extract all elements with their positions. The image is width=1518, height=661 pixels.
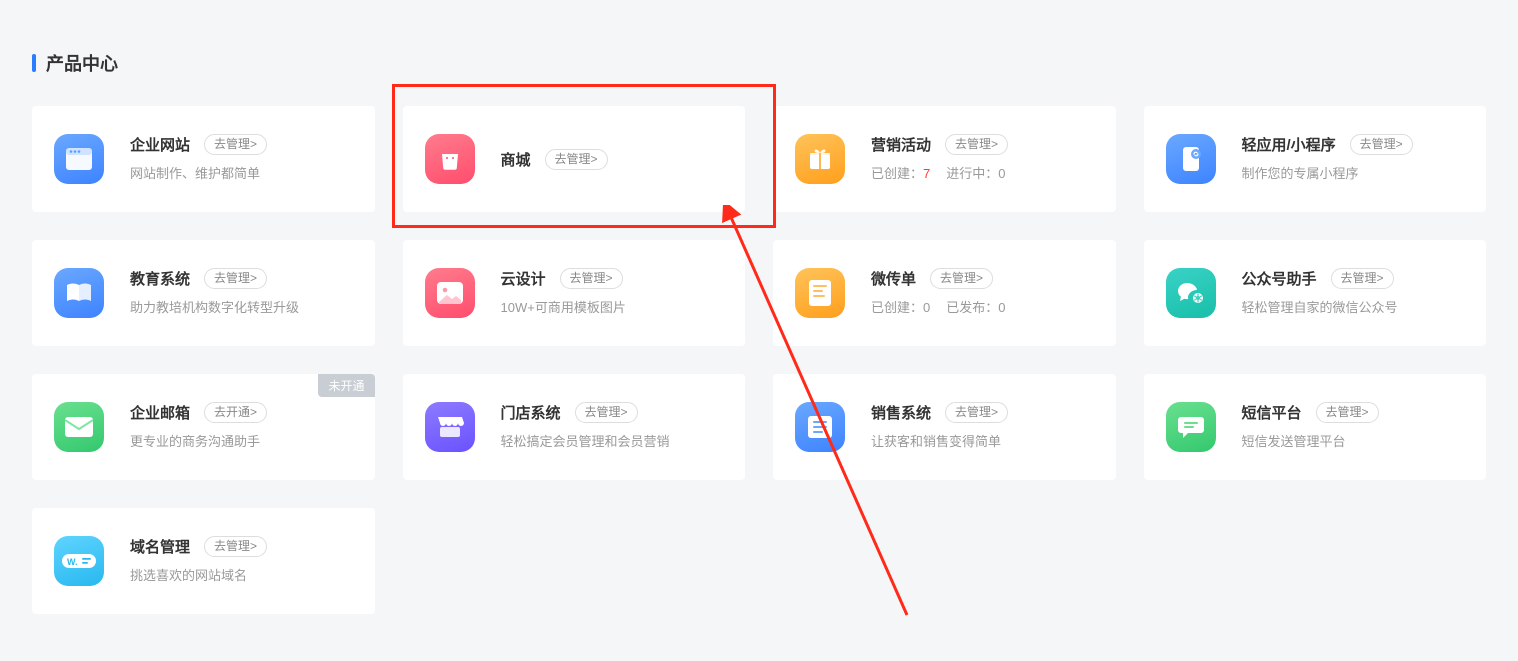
open-button[interactable]: 去开通> — [204, 402, 267, 423]
miniapp-icon — [1166, 134, 1216, 184]
card-title: 微传单 — [871, 268, 916, 289]
manage-button[interactable]: 去管理> — [1350, 134, 1413, 155]
card-marketing[interactable]: 营销活动 去管理> 已创建：7 进行中：0 — [773, 106, 1116, 212]
manage-button[interactable]: 去管理> — [204, 536, 267, 557]
product-grid: 企业网站 去管理> 网站制作、维护都简单 商城 去管理> — [32, 106, 1486, 614]
card-store[interactable]: 门店系统 去管理> 轻松搞定会员管理和会员营销 — [403, 374, 746, 480]
published-value: 0 — [998, 300, 1005, 315]
card-title: 云设计 — [501, 268, 546, 289]
card-shop[interactable]: 商城 去管理> — [403, 106, 746, 212]
created-value: 0 — [923, 300, 930, 315]
card-title: 企业网站 — [130, 134, 190, 155]
manage-button[interactable]: 去管理> — [945, 134, 1008, 155]
card-desc: 已创建：7 进行中：0 — [871, 165, 1094, 183]
card-sales[interactable]: 销售系统 去管理> 让获客和销售变得简单 — [773, 374, 1116, 480]
card-mail[interactable]: 未开通 企业邮箱 去开通> 更专业的商务沟通助手 — [32, 374, 375, 480]
card-design[interactable]: 云设计 去管理> 10W+可商用模板图片 — [403, 240, 746, 346]
gift-icon — [795, 134, 845, 184]
card-title: 教育系统 — [130, 268, 190, 289]
card-sms[interactable]: 短信平台 去管理> 短信发送管理平台 — [1144, 374, 1487, 480]
card-education[interactable]: 教育系统 去管理> 助力教培机构数字化转型升级 — [32, 240, 375, 346]
progress-label: 进行中： — [946, 166, 998, 181]
card-miniapp[interactable]: 轻应用/小程序 去管理> 制作您的专属小程序 — [1144, 106, 1487, 212]
card-title: 门店系统 — [501, 402, 561, 423]
section-title-text: 产品中心 — [46, 50, 118, 76]
card-title: 轻应用/小程序 — [1242, 134, 1336, 155]
card-desc: 让获客和销售变得简单 — [871, 433, 1094, 451]
card-title: 域名管理 — [130, 536, 190, 557]
manage-button[interactable]: 去管理> — [560, 268, 623, 289]
card-desc: 已创建：0已发布：0 — [871, 299, 1094, 317]
card-desc: 制作您的专属小程序 — [1242, 165, 1465, 183]
card-domain[interactable]: W. 域名管理 去管理> 挑选喜欢的网站域名 — [32, 508, 375, 614]
shopping-bag-icon — [425, 134, 475, 184]
storefront-icon — [425, 402, 475, 452]
page-icon — [795, 268, 845, 318]
wechat-settings-icon — [1166, 268, 1216, 318]
card-website[interactable]: 企业网站 去管理> 网站制作、维护都简单 — [32, 106, 375, 212]
published-label: 已发布： — [946, 300, 998, 315]
card-mp-helper[interactable]: 公众号助手 去管理> 轻松管理自家的微信公众号 — [1144, 240, 1487, 346]
manage-button[interactable]: 去管理> — [930, 268, 993, 289]
manage-button[interactable]: 去管理> — [204, 134, 267, 155]
manage-button[interactable]: 去管理> — [545, 149, 608, 170]
chat-bubble-icon — [1166, 402, 1216, 452]
manage-button[interactable]: 去管理> — [204, 268, 267, 289]
card-title: 销售系统 — [871, 402, 931, 423]
card-title: 企业邮箱 — [130, 402, 190, 423]
card-flyer[interactable]: 微传单 去管理> 已创建：0已发布：0 — [773, 240, 1116, 346]
card-desc: 挑选喜欢的网站域名 — [130, 567, 353, 585]
card-desc: 更专业的商务沟通助手 — [130, 433, 353, 451]
card-title: 公众号助手 — [1242, 268, 1317, 289]
manage-button[interactable]: 去管理> — [1331, 268, 1394, 289]
card-desc: 短信发送管理平台 — [1242, 433, 1465, 451]
card-title: 营销活动 — [871, 134, 931, 155]
created-value: 7 — [923, 166, 930, 181]
card-desc: 助力教培机构数字化转型升级 — [130, 299, 353, 317]
manage-button[interactable]: 去管理> — [1316, 402, 1379, 423]
list-icon — [795, 402, 845, 452]
created-label: 已创建： — [871, 300, 923, 315]
picture-icon — [425, 268, 475, 318]
browser-window-icon — [54, 134, 104, 184]
card-desc: 网站制作、维护都简单 — [130, 165, 353, 183]
card-desc: 10W+可商用模板图片 — [501, 299, 724, 317]
book-icon — [54, 268, 104, 318]
envelope-icon — [54, 402, 104, 452]
domain-icon: W. — [54, 536, 104, 586]
title-accent-bar — [32, 54, 36, 72]
card-desc: 轻松搞定会员管理和会员营销 — [501, 433, 724, 451]
card-title: 短信平台 — [1242, 402, 1302, 423]
status-badge: 未开通 — [318, 374, 374, 397]
progress-value: 0 — [998, 166, 1005, 181]
card-desc: 轻松管理自家的微信公众号 — [1242, 299, 1465, 317]
manage-button[interactable]: 去管理> — [575, 402, 638, 423]
section-title: 产品中心 — [32, 50, 1486, 76]
card-title: 商城 — [501, 149, 531, 170]
created-label: 已创建： — [871, 166, 923, 181]
svg-text:W.: W. — [67, 557, 78, 567]
manage-button[interactable]: 去管理> — [945, 402, 1008, 423]
